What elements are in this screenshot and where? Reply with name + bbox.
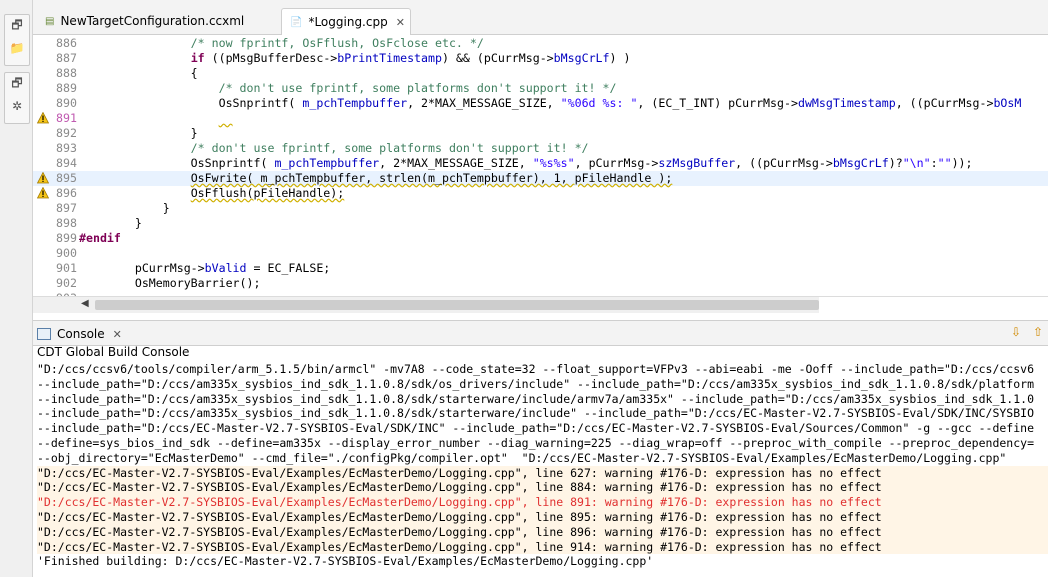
scrollbar-thumb[interactable] xyxy=(95,300,819,310)
warning-icon[interactable] xyxy=(37,112,49,124)
line-number: 895 xyxy=(56,171,77,185)
code-text: OsSnprintf( m_pchTempbuffer, 2*MAX_MESSA… xyxy=(79,156,973,170)
line-number: 894 xyxy=(56,156,77,170)
cpp-file-icon: 📄 xyxy=(290,16,303,28)
console-warning-line[interactable]: "D:/ccs/EC-Master-V2.7-SYSBIOS-Eval/Exam… xyxy=(37,480,1048,496)
code-text: OsSnprintf( m_pchTempbuffer, 2*MAX_MESSA… xyxy=(79,96,1022,110)
code-line[interactable]: 893 /* don't use fprintf, some platforms… xyxy=(33,141,1048,156)
debug-icon[interactable]: ✲ xyxy=(5,95,29,117)
tab-console[interactable]: Console ✕ xyxy=(37,324,122,344)
code-line[interactable]: 890 OsSnprintf( m_pchTempbuffer, 2*MAX_M… xyxy=(33,96,1048,111)
tab-label: *Logging.cpp xyxy=(308,15,388,29)
line-number: 886 xyxy=(56,36,77,50)
restore-icon[interactable]: 🗗 xyxy=(5,15,29,37)
code-text: { xyxy=(79,66,198,80)
close-icon[interactable]: ✕ xyxy=(113,328,122,341)
code-line[interactable]: 887 if ((pMsgBufferDesc->bPrintTimestamp… xyxy=(33,51,1048,66)
console-warning-line[interactable]: "D:/ccs/EC-Master-V2.7-SYSBIOS-Eval/Exam… xyxy=(37,495,1048,510)
minimized-stack-bottom: 🗗 ✲ xyxy=(4,72,30,124)
line-number: 902 xyxy=(56,276,77,290)
left-trim-strip: 🗗 📁 🗗 ✲ xyxy=(0,0,33,577)
line-number: 897 xyxy=(56,201,77,215)
line-number: 901 xyxy=(56,261,77,275)
code-line[interactable]: 894 OsSnprintf( m_pchTempbuffer, 2*MAX_M… xyxy=(33,156,1048,171)
console-view-bar: Console ✕ ⇩ ⇧ xyxy=(33,320,1048,346)
code-text: /* now fprintf, OsFflush, OsFclose etc. … xyxy=(79,36,484,50)
code-text: OsMemoryBarrier(); xyxy=(79,276,261,290)
close-icon[interactable]: ✕ xyxy=(396,16,405,29)
scroll-up-icon[interactable]: ⇧ xyxy=(1030,324,1046,340)
line-number: 893 xyxy=(56,141,77,155)
code-line[interactable]: 889 /* don't use fprintf, some platforms… xyxy=(33,81,1048,96)
console-line[interactable]: --include_path="D:/ccs/am335x_sysbios_in… xyxy=(37,406,1048,421)
code-text: #endif xyxy=(79,231,121,245)
line-number: 892 xyxy=(56,126,77,140)
code-text: OsFwrite( m_pchTempbuffer, strlen(m_pchT… xyxy=(190,171,673,185)
warning-icon[interactable] xyxy=(37,172,49,184)
code-line[interactable]: 901 pCurrMsg->bValid = EC_FALSE; xyxy=(33,261,1048,276)
console-line[interactable]: --include_path="D:/ccs/am335x_sysbios_in… xyxy=(37,377,1048,392)
console-line[interactable]: --obj_directory="EcMasterDemo" --cmd_fil… xyxy=(37,451,1048,466)
line-number: 896 xyxy=(56,186,77,200)
editor-tab-bar: ▤ NewTargetConfiguration.ccxml 📄 *Loggin… xyxy=(33,0,1048,35)
code-line[interactable]: 895 OsFwrite( m_pchTempbuffer, strlen(m_… xyxy=(33,171,1048,186)
console-warning-line[interactable]: "D:/ccs/EC-Master-V2.7-SYSBIOS-Eval/Exam… xyxy=(37,465,1048,481)
code-text: } xyxy=(79,216,142,230)
code-line[interactable]: 900 xyxy=(33,246,1048,261)
scroll-lock-down-icon[interactable]: ⇩ xyxy=(1008,324,1024,340)
tab-logging-cpp[interactable]: 📄 *Logging.cpp ✕ xyxy=(281,8,411,35)
console-warning-line[interactable]: "D:/ccs/EC-Master-V2.7-SYSBIOS-Eval/Exam… xyxy=(37,509,1048,525)
line-number: 888 xyxy=(56,66,77,80)
code-line[interactable]: 886 /* now fprintf, OsFflush, OsFclose e… xyxy=(33,36,1048,51)
warning-icon[interactable] xyxy=(37,187,49,199)
code-text: } xyxy=(79,201,170,215)
console-toolbar: ⇩ ⇧ xyxy=(1008,324,1046,340)
code-text: pCurrMsg->bValid = EC_FALSE; xyxy=(79,261,331,275)
code-text: /* don't use fprintf, some platforms don… xyxy=(79,81,617,95)
console-line[interactable]: --include_path="D:/ccs/EC-Master-V2.7-SY… xyxy=(37,421,1048,436)
console-line[interactable]: --include_path="D:/ccs/am335x_sysbios_in… xyxy=(37,392,1048,407)
console-icon xyxy=(37,328,51,340)
scroll-left-icon[interactable]: ◀ xyxy=(81,298,89,309)
line-number: 890 xyxy=(56,96,77,110)
console-warning-line[interactable]: "D:/ccs/EC-Master-V2.7-SYSBIOS-Eval/Exam… xyxy=(37,539,1048,555)
code-line[interactable]: 899 #endif xyxy=(33,231,1048,246)
tab-newtargetconfiguration[interactable]: ▤ NewTargetConfiguration.ccxml xyxy=(37,8,245,34)
line-number: 891 xyxy=(56,111,77,125)
line-number: 889 xyxy=(56,81,77,95)
line-number: 898 xyxy=(56,216,77,230)
console-line[interactable]: 'Finished building: D:/ccs/EC-Master-V2.… xyxy=(37,554,1048,569)
minimized-stack-top: 🗗 📁 xyxy=(4,14,30,66)
editor-horizontal-scrollbar[interactable]: ◀ xyxy=(33,296,1048,313)
code-line[interactable]: 897 } xyxy=(33,201,1048,216)
console-line[interactable]: "D:/ccs/ccsv6/tools/compiler/arm_5.1.5/b… xyxy=(37,362,1048,377)
code-line[interactable]: 888 { xyxy=(33,66,1048,81)
code-text: } xyxy=(79,126,198,140)
code-line[interactable]: 892 } xyxy=(33,126,1048,141)
console-title: CDT Global Build Console xyxy=(37,345,190,359)
code-text: OsFflush(pFileHandle); xyxy=(190,186,345,200)
console-warning-line[interactable]: "D:/ccs/EC-Master-V2.7-SYSBIOS-Eval/Exam… xyxy=(37,524,1048,540)
console-tab-label: Console xyxy=(57,327,105,341)
code-text: /* don't use fprintf, some platforms don… xyxy=(79,141,589,155)
console-output[interactable]: "D:/ccs/ccsv6/tools/compiler/arm_5.1.5/b… xyxy=(37,362,1048,577)
code-text: if ((pMsgBufferDesc->bPrintTimestamp) &&… xyxy=(190,51,631,65)
code-line[interactable]: 891 xyxy=(33,111,1048,126)
xml-file-icon: ▤ xyxy=(45,15,55,27)
line-number: 899 xyxy=(56,231,77,245)
folder-icon[interactable]: 📁 xyxy=(5,37,29,59)
line-number: 887 xyxy=(56,51,77,65)
code-line[interactable]: 902 OsMemoryBarrier(); xyxy=(33,276,1048,291)
console-line[interactable]: --define=sys_bios_ind_sdk --define=am335… xyxy=(37,436,1048,451)
code-line[interactable]: 898 } xyxy=(33,216,1048,231)
restore-icon[interactable]: 🗗 xyxy=(5,73,29,95)
tab-label: NewTargetConfiguration.ccxml xyxy=(60,14,245,28)
code-line[interactable]: 896 OsFflush(pFileHandle); xyxy=(33,186,1048,201)
code-editor[interactable]: 886 /* now fprintf, OsFflush, OsFclose e… xyxy=(33,35,1048,297)
line-number: 900 xyxy=(56,246,77,260)
